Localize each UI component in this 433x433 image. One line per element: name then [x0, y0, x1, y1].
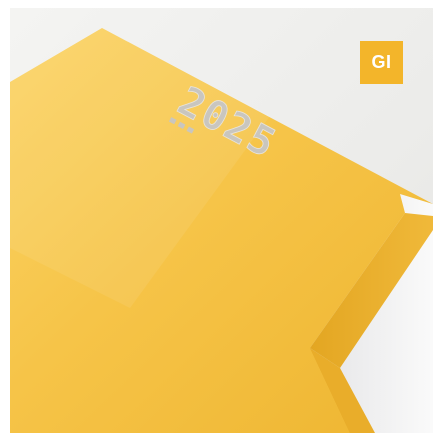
- brand-badge-label: GI: [371, 52, 392, 72]
- brand-badge: GI: [360, 41, 403, 84]
- image-frame: 2025 GI: [0, 0, 433, 433]
